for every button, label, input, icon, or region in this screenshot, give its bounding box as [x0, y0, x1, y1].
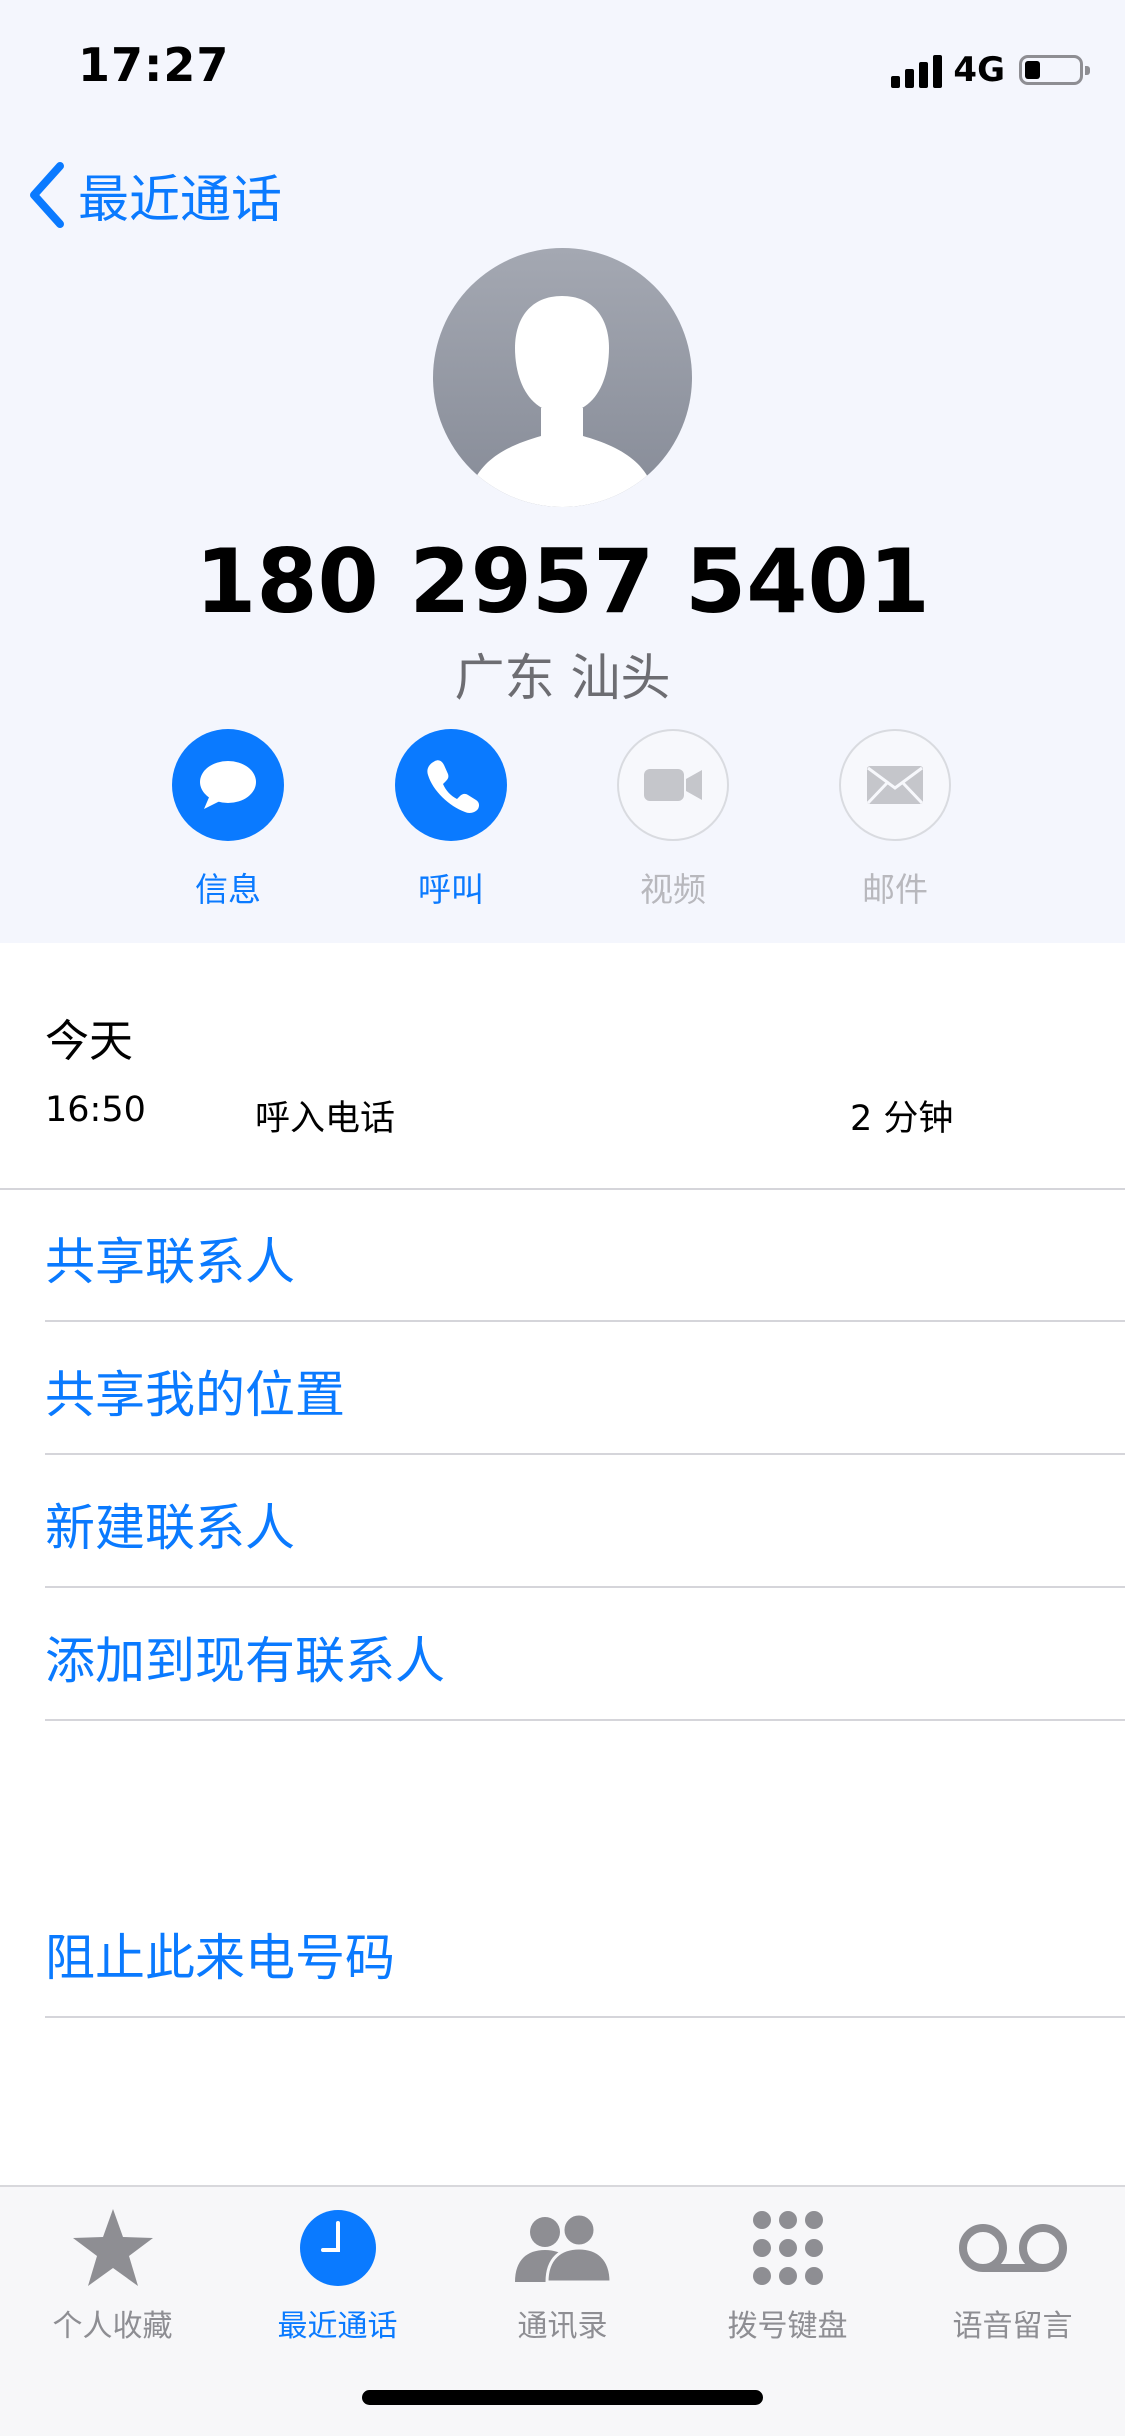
call-type: 呼入电话	[255, 1099, 396, 1139]
section-divider	[0, 1188, 1125, 1190]
recent-call-row: 16:50 呼入电话 2 分钟	[45, 1090, 1085, 1139]
back-label: 最近通话	[78, 171, 283, 230]
chevron-left-icon	[30, 162, 64, 228]
video-action-label: 视频	[640, 870, 706, 909]
mail-action-label: 邮件	[862, 870, 928, 909]
battery-icon	[1019, 55, 1090, 85]
tab-favorites[interactable]: 个人收藏	[0, 2207, 225, 2345]
tab-voicemail[interactable]: 语音留言	[900, 2207, 1125, 2345]
tab-label: 个人收藏	[52, 2309, 173, 2344]
star-icon	[72, 2209, 153, 2286]
contact-avatar	[433, 248, 692, 507]
back-button[interactable]: 最近通话	[26, 160, 282, 230]
message-action-button[interactable]: 信息	[153, 729, 303, 911]
contacts-icon	[514, 2212, 613, 2284]
home-indicator[interactable]	[362, 2390, 763, 2405]
video-action-button[interactable]: 视频	[598, 729, 748, 911]
person-silhouette-icon	[473, 296, 651, 507]
row-divider	[45, 1719, 1125, 1721]
tab-label: 最近通话	[277, 2309, 398, 2344]
share-contact-button[interactable]: 共享联系人	[45, 1222, 295, 1294]
message-action-label: 信息	[195, 870, 261, 909]
voicemail-icon	[958, 2224, 1067, 2272]
status-time: 17:27	[78, 38, 230, 92]
message-bubble-icon	[200, 761, 256, 809]
clock-icon	[299, 2210, 376, 2286]
call-action-label: 呼叫	[418, 870, 484, 909]
caller-location: 广东 汕头	[454, 649, 671, 707]
tab-label: 拨号键盘	[727, 2309, 848, 2344]
tab-label: 通讯录	[517, 2309, 608, 2344]
tab-label: 语音留言	[952, 2309, 1073, 2344]
tab-keypad[interactable]: 拨号键盘	[675, 2207, 900, 2345]
add-to-existing-contact-button[interactable]: 添加到现有联系人	[45, 1621, 445, 1693]
cellular-signal-icon	[891, 52, 947, 88]
row-divider	[45, 1453, 1125, 1455]
video-camera-icon	[644, 769, 702, 801]
share-location-button[interactable]: 共享我的位置	[45, 1355, 345, 1427]
tab-contacts[interactable]: 通讯录	[450, 2207, 675, 2345]
tab-recents[interactable]: 最近通话	[225, 2207, 450, 2345]
call-action-button[interactable]: 呼叫	[376, 729, 526, 911]
call-time: 16:50	[45, 1090, 146, 1130]
network-type: 4G	[953, 50, 1005, 90]
recent-day-label: 今天	[45, 1016, 133, 1067]
status-indicators: 4G	[891, 48, 1090, 92]
envelope-icon	[866, 766, 924, 805]
mail-action-button[interactable]: 邮件	[820, 729, 970, 911]
row-divider	[45, 1320, 1125, 1322]
phone-number: 180 2957 5401	[195, 530, 930, 633]
row-divider	[45, 1586, 1125, 1588]
row-divider	[45, 2016, 1125, 2018]
block-caller-button[interactable]: 阻止此来电号码	[45, 1918, 395, 1990]
keypad-icon	[752, 2211, 823, 2285]
new-contact-button[interactable]: 新建联系人	[45, 1488, 295, 1560]
phone-icon	[427, 760, 480, 813]
call-duration: 2 分钟	[850, 1099, 954, 1139]
